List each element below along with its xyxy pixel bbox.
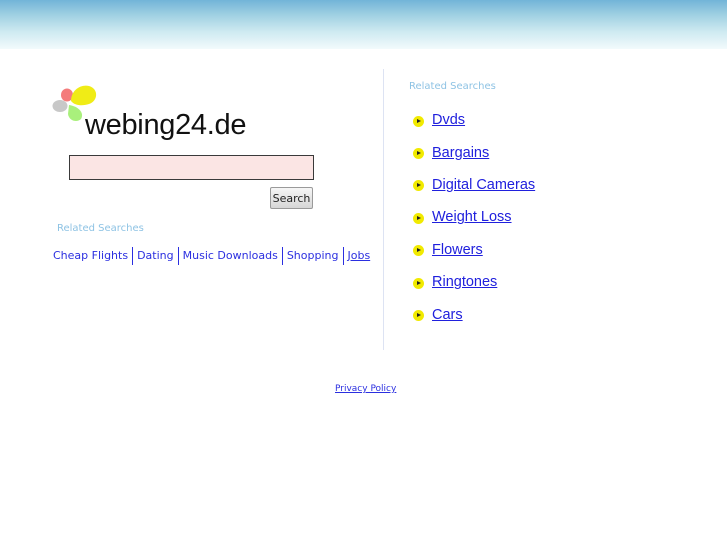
related-link-dating[interactable]: Dating [133,247,178,265]
list-item: Flowers [413,234,535,266]
arrow-bullet-icon [413,277,424,289]
list-item: Weight Loss [413,201,535,233]
related-searches-list: Dvds Bargains Digital Cameras Weight Los… [413,104,535,331]
related-link-dvds[interactable]: Dvds [432,112,465,128]
logo-petal-yellow [71,85,97,106]
header-gradient-bar [0,0,727,49]
related-searches-title-right: Related Searches [409,81,496,92]
search-button[interactable]: Search [270,187,313,209]
list-item: Cars [413,298,535,330]
arrow-bullet-icon [413,180,424,192]
privacy-policy-link[interactable]: Privacy Policy [335,384,396,394]
related-link-flowers[interactable]: Flowers [432,242,483,258]
site-name: webing24.de [85,109,247,141]
related-link-digital-cameras[interactable]: Digital Cameras [432,177,535,193]
site-logo[interactable]: webing24.de [51,84,271,146]
arrow-bullet-icon [413,212,424,224]
related-link-cars[interactable]: Cars [432,307,463,323]
related-link-shopping[interactable]: Shopping [283,247,343,265]
list-item: Bargains [413,136,535,168]
list-item: Ringtones [413,266,535,298]
related-link-cheap-flights[interactable]: Cheap Flights [53,247,132,265]
related-link-weight-loss[interactable]: Weight Loss [432,209,512,225]
arrow-bullet-icon [413,115,424,127]
related-link-music-downloads[interactable]: Music Downloads [179,247,282,265]
related-searches-title-left: Related Searches [57,223,144,234]
related-searches-inline-list: Cheap Flights Dating Music Downloads Sho… [53,247,374,265]
arrow-bullet-icon [413,245,424,257]
arrow-bullet-icon [413,148,424,160]
related-link-jobs[interactable]: Jobs [344,247,375,265]
related-link-bargains[interactable]: Bargains [432,145,489,161]
logo-petal-gray [52,100,68,112]
column-divider [383,69,384,350]
arrow-bullet-icon [413,310,424,322]
logo-petal-green [68,105,83,122]
list-item: Dvds [413,104,535,136]
related-link-ringtones[interactable]: Ringtones [432,274,497,290]
list-item: Digital Cameras [413,169,535,201]
search-input[interactable] [69,155,314,180]
